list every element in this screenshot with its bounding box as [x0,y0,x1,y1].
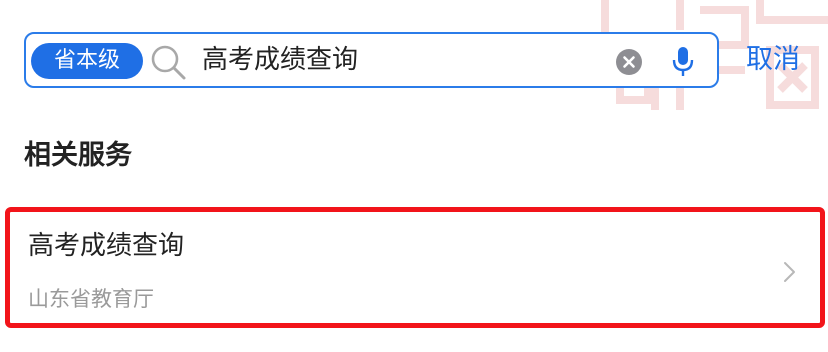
scope-selector-button[interactable]: 省本级 [31,43,143,79]
microphone-icon[interactable] [669,46,697,78]
cancel-button[interactable]: 取消 [746,38,800,82]
chevron-right-icon [784,262,795,282]
search-input[interactable]: 高考成绩查询 [202,34,358,86]
search-bar[interactable]: 省本级 高考成绩查询 [24,32,719,88]
service-provider: 山东省教育厅 [28,287,154,311]
search-icon [151,45,186,80]
service-name: 高考成绩查询 [28,231,185,261]
clear-icon[interactable] [616,49,642,75]
service-list-item[interactable]: 高考成绩查询 山东省教育厅 [5,207,825,328]
search-results-page: 省本级 高考成绩查询 取消 相关服务 高考成绩查询 山东省教育厅 [0,0,828,352]
section-title-related-services: 相关服务 [24,140,132,171]
